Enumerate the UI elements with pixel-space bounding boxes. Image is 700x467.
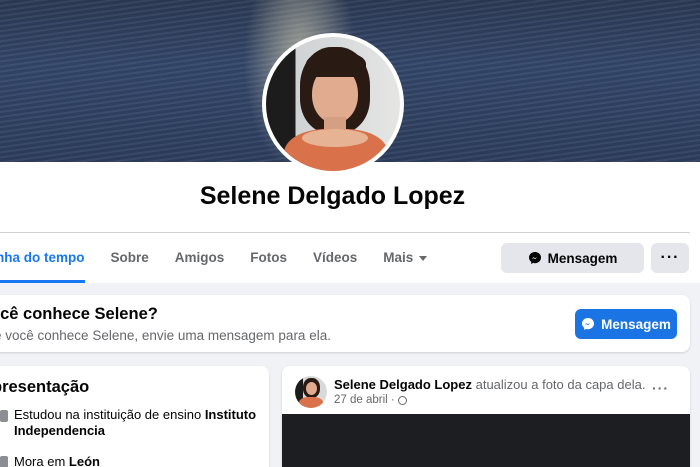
tab-more-label: Mais	[383, 250, 414, 265]
more-options-label: ···	[660, 249, 680, 266]
profile-name: Selene Delgado Lopez	[199, 182, 466, 210]
post-action-text: atualizou a foto da capa dela.	[471, 377, 646, 392]
home-icon	[0, 456, 8, 467]
post-image[interactable]	[282, 414, 690, 467]
profile-picture-image	[266, 37, 400, 171]
know-card-subtitle: e você conhece Selene, envie uma mensage…	[0, 328, 331, 343]
tab-videos[interactable]: Vídeos	[300, 238, 370, 283]
school-icon	[0, 410, 8, 422]
profile-picture[interactable]	[262, 33, 404, 175]
post-author-name[interactable]: Selene Delgado Lopez	[334, 377, 472, 392]
tab-about[interactable]: Sobre	[98, 238, 162, 283]
intro-location-place[interactable]: León	[69, 454, 100, 467]
post-meta: 27 de abril ·	[334, 394, 407, 406]
messenger-icon	[582, 318, 595, 330]
post-avatar-top	[299, 397, 323, 408]
avatar-fringe	[306, 51, 366, 77]
messenger-icon	[528, 252, 541, 264]
caret-down-icon	[419, 255, 428, 261]
know-card-title: ocê conhece Selene?	[0, 305, 158, 323]
post-author-avatar[interactable]	[295, 376, 327, 408]
post-date[interactable]: 27 de abril ·	[334, 394, 395, 406]
intro-education: Estudou na instituição de ensino Institu…	[14, 407, 264, 439]
intro-title: presentação	[0, 378, 90, 396]
post-avatar-face	[306, 382, 317, 395]
message-button[interactable]: Mensagem	[501, 243, 644, 273]
tab-timeline[interactable]: nha do tempo	[0, 238, 98, 283]
header-divider	[0, 232, 690, 233]
post-header: Selene Delgado Lopez atualizou a foto da…	[334, 377, 645, 392]
message-button-label: Mensagem	[547, 250, 618, 266]
tab-videos-label: Vídeos	[313, 250, 358, 265]
know-card-button-label: Mensagem	[601, 316, 671, 332]
intro-location: Mora em León	[14, 454, 264, 467]
tab-timeline-label: nha do tempo	[0, 250, 85, 265]
post-options-label: ···	[652, 380, 669, 396]
profile-tabs: nha do tempo Sobre Amigos Fotos Vídeos M…	[0, 238, 440, 283]
tab-about-label: Sobre	[110, 250, 149, 265]
tab-friends-label: Amigos	[174, 250, 225, 265]
tab-photos-label: Fotos	[250, 250, 288, 265]
intro-education-prefix: Estudou na instituição de ensino	[14, 407, 205, 422]
globe-icon	[397, 395, 407, 405]
tab-photos[interactable]: Fotos	[237, 238, 300, 283]
post-options-button[interactable]: ···	[652, 380, 669, 396]
avatar-shoulder	[302, 129, 368, 147]
tab-friends[interactable]: Amigos	[162, 238, 238, 283]
intro-location-prefix: Mora em	[14, 454, 69, 467]
more-options-button[interactable]: ···	[651, 243, 689, 273]
tab-more[interactable]: Mais	[370, 238, 440, 283]
know-card-message-button[interactable]: Mensagem	[575, 309, 677, 339]
